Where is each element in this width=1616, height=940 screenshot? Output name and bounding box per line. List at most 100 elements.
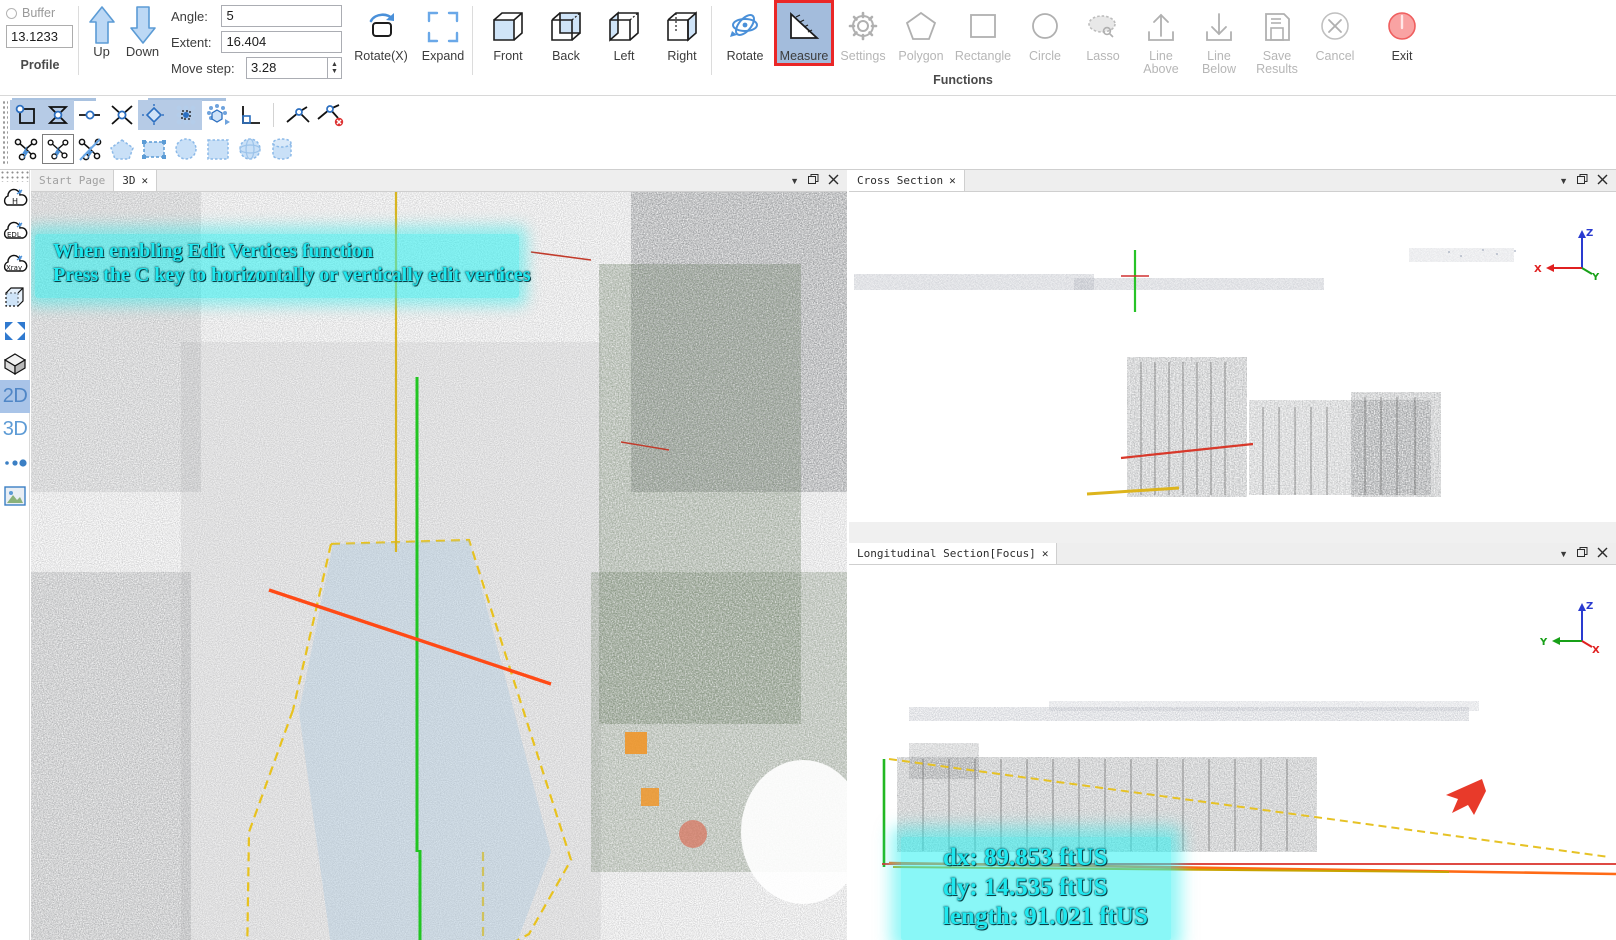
- sidebar-grip[interactable]: [0, 170, 29, 182]
- select-rect-vertex-icon[interactable]: [10, 100, 42, 130]
- rotate-x-button[interactable]: Rotate(X): [348, 0, 414, 63]
- tab-3d[interactable]: 3D ✕: [114, 170, 157, 191]
- exit-button[interactable]: Exit: [1373, 0, 1431, 63]
- viewport-longitudinal-section[interactable]: Z Y X dx: 89.853 ftUSdy: 14.535 ftUSleng…: [849, 567, 1616, 940]
- polygon-select-icon[interactable]: [106, 134, 138, 164]
- line-above-button[interactable]: Line Above: [1132, 0, 1190, 76]
- svg-text:X: X: [1592, 645, 1600, 656]
- toolbar-grip[interactable]: [2, 100, 8, 164]
- tab-start-page[interactable]: Start Page: [31, 170, 114, 191]
- viewport-cross-section[interactable]: Z X Y: [849, 192, 1616, 522]
- cross-dropdown-icon[interactable]: ▼: [1559, 176, 1568, 186]
- arrow-up-icon: [87, 4, 117, 46]
- select-hourglass-icon[interactable]: [42, 100, 74, 130]
- buffer-checkbox-row[interactable]: Buffer: [6, 6, 74, 20]
- save-results-button[interactable]: Save Results: [1248, 0, 1306, 76]
- tab-cross-section[interactable]: Cross Section ✕: [849, 170, 965, 191]
- functions-group-caption: Functions: [908, 71, 1018, 87]
- circle-dashed-select-icon[interactable]: [170, 134, 202, 164]
- long-dropdown-icon[interactable]: ▼: [1559, 549, 1568, 559]
- image-layer-icon[interactable]: [0, 479, 30, 512]
- toolbar-row-1: [10, 100, 345, 130]
- bounding-box-icon[interactable]: [0, 281, 30, 314]
- view-3d-toggle[interactable]: 3D: [0, 413, 30, 446]
- tab-cross-section-close-icon[interactable]: ✕: [949, 174, 956, 187]
- measure-button[interactable]: Measure: [774, 0, 834, 66]
- corner-icon[interactable]: [234, 100, 266, 130]
- move-up-button[interactable]: Up: [83, 4, 120, 59]
- angle-vertex-delete-icon[interactable]: [313, 100, 345, 130]
- cube-back-icon: [546, 4, 586, 50]
- spin-down-icon[interactable]: ▼: [331, 68, 338, 75]
- buffer-radio-icon[interactable]: [6, 8, 17, 19]
- vertex-grid-icon[interactable]: [170, 100, 202, 130]
- extent-label: Extent:: [171, 35, 221, 50]
- angle-vertex-icon[interactable]: [281, 100, 313, 130]
- edit-vertices-active-icon[interactable]: [42, 134, 74, 164]
- viewport-3d[interactable]: When enabling Edit Vertices functionPres…: [31, 192, 847, 940]
- rotate-icon: [726, 4, 764, 50]
- cross-section-render: [849, 192, 1616, 522]
- move-step-stepper[interactable]: 3.28 ▲ ▼: [246, 57, 342, 79]
- view-left-button[interactable]: Left: [595, 0, 653, 63]
- circle-icon: [1027, 4, 1063, 50]
- panel-splitter[interactable]: [849, 522, 1616, 543]
- view-right-button[interactable]: Right: [653, 0, 711, 63]
- long-restore-icon[interactable]: [1577, 546, 1588, 561]
- spin-up-icon[interactable]: ▲: [331, 61, 338, 68]
- long-close-icon[interactable]: [1597, 546, 1608, 561]
- edit-vertices-disable-icon[interactable]: [74, 134, 106, 164]
- settings-button[interactable]: Settings: [834, 0, 892, 63]
- move-vertex-icon[interactable]: [138, 100, 170, 130]
- expand-button[interactable]: Expand: [414, 0, 472, 63]
- tab-longitudinal-close-icon[interactable]: ✕: [1042, 547, 1049, 560]
- edit-vertices-icon[interactable]: [10, 134, 42, 164]
- cancel-button[interactable]: Cancel: [1306, 0, 1364, 63]
- tab-3d-close-icon[interactable]: ✕: [141, 174, 148, 187]
- line-above-icon: [1143, 4, 1179, 50]
- view-2d-toggle[interactable]: 2D: [0, 380, 30, 413]
- move-step-input[interactable]: 3.28: [246, 57, 328, 79]
- view-right-label: Right: [667, 50, 696, 63]
- polygon-button[interactable]: Polygon: [892, 0, 950, 63]
- rect-dashed-select-icon[interactable]: [138, 134, 170, 164]
- lasso-button[interactable]: Lasso: [1074, 0, 1132, 63]
- cylinder-select-icon[interactable]: [266, 134, 298, 164]
- main-close-icon[interactable]: [828, 173, 839, 188]
- point-size-icon[interactable]: [0, 446, 30, 479]
- sphere-select-icon[interactable]: [234, 134, 266, 164]
- line-below-label-2: Below: [1202, 63, 1236, 76]
- view-back-button[interactable]: Back: [537, 0, 595, 63]
- cross-close-icon[interactable]: [1597, 173, 1608, 188]
- edl-cloud-icon[interactable]: EDL: [0, 215, 30, 248]
- cross-node-icon[interactable]: [106, 100, 138, 130]
- xray-cloud-icon[interactable]: Xray: [0, 248, 30, 281]
- cross-restore-icon[interactable]: [1577, 173, 1588, 188]
- longitudinal-axis-gizmo: Z Y X: [1532, 595, 1604, 657]
- cube-view-icon[interactable]: [0, 347, 30, 380]
- measurement-dy: dy: 14.535 ftUS: [943, 874, 1108, 901]
- line-below-button[interactable]: Line Below: [1190, 0, 1248, 76]
- move-down-button[interactable]: Down: [124, 4, 161, 59]
- view-front-button[interactable]: Front: [479, 0, 537, 63]
- buffer-value-input[interactable]: 13.1233: [6, 25, 73, 48]
- hillshade-cloud-icon[interactable]: H: [0, 182, 30, 215]
- rotate-button[interactable]: Rotate: [716, 0, 774, 63]
- close-icon: [1317, 4, 1353, 50]
- angle-input[interactable]: 5: [221, 5, 342, 27]
- edge-node-icon[interactable]: [74, 100, 106, 130]
- exit-label: Exit: [1392, 50, 1413, 63]
- main-dropdown-icon[interactable]: ▼: [790, 176, 799, 186]
- cross-section-tabstrip: Cross Section ✕ ▼: [849, 170, 1616, 192]
- rotate-x-icon: [361, 4, 401, 50]
- tab-longitudinal-section[interactable]: Longitudinal Section[Focus] ✕: [849, 543, 1057, 564]
- rectangle-button[interactable]: Rectangle: [950, 0, 1016, 63]
- move-step-spin-arrows[interactable]: ▲ ▼: [328, 57, 342, 79]
- fit-extent-icon[interactable]: [0, 314, 30, 347]
- main-restore-icon[interactable]: [808, 173, 819, 188]
- extent-row: Extent: 16.404: [171, 31, 342, 53]
- square-dashed-select-icon[interactable]: [202, 134, 234, 164]
- extent-input[interactable]: 16.404: [221, 31, 342, 53]
- circle-button[interactable]: Circle: [1016, 0, 1074, 63]
- rotate-points-icon[interactable]: [202, 100, 234, 130]
